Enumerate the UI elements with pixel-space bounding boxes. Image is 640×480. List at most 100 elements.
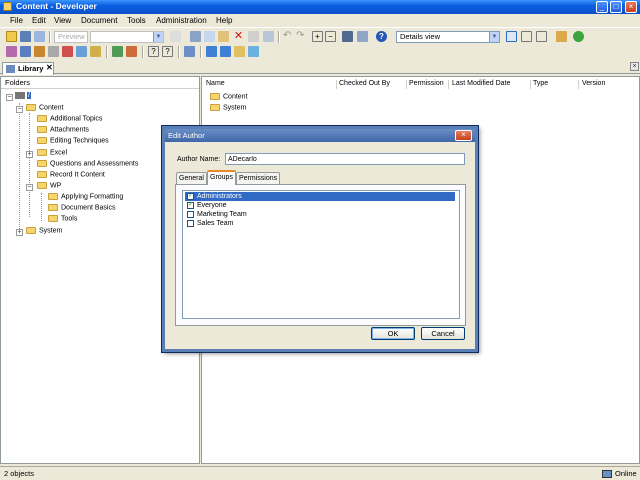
tree-item-wp[interactable]: WP: [37, 182, 61, 192]
print-icon[interactable]: [34, 31, 45, 42]
collapse-icon[interactable]: −: [325, 31, 336, 42]
list-item[interactable]: Content: [210, 93, 248, 100]
menu-tools[interactable]: Tools: [127, 16, 146, 25]
tree-item-record-it-content[interactable]: Record It Content: [37, 171, 105, 181]
tab-groups[interactable]: Groups: [207, 170, 236, 185]
details-view-icon[interactable]: [506, 31, 517, 42]
column-header-permission[interactable]: Permission: [409, 80, 444, 87]
tab-permissions[interactable]: Permissions: [236, 172, 281, 184]
package-icon[interactable]: [62, 46, 73, 57]
edit-document-icon[interactable]: [184, 46, 195, 57]
dialog-close-icon[interactable]: ×: [455, 130, 472, 141]
history-icon[interactable]: [234, 46, 245, 57]
view-select[interactable]: Details view ▼: [396, 31, 500, 43]
preview-button[interactable]: Preview: [54, 31, 88, 43]
maximize-button[interactable]: □: [610, 1, 622, 13]
column-header-checked-out-by[interactable]: Checked Out By: [339, 80, 390, 87]
tree-item-excel[interactable]: Excel: [37, 149, 67, 159]
checkbox-everyone[interactable]: ✓: [187, 202, 194, 209]
binoculars-icon[interactable]: [342, 31, 353, 42]
tree-item-label: Applying Formatting: [61, 193, 124, 201]
expand-icon[interactable]: +: [312, 31, 323, 42]
column-header-version[interactable]: Version: [582, 80, 605, 87]
open-folder-icon[interactable]: [6, 31, 17, 42]
folder-icon: [37, 115, 47, 122]
expand-wp-toggle[interactable]: −: [26, 184, 33, 191]
tree-root[interactable]: /: [15, 92, 31, 102]
document-tab-strip: [0, 60, 640, 74]
cancel-button[interactable]: Cancel: [421, 327, 465, 340]
outline-help-icon[interactable]: ?: [162, 46, 173, 57]
expand-root-toggle[interactable]: −: [6, 94, 13, 101]
refresh-icon[interactable]: [573, 31, 584, 42]
menu-administration[interactable]: Administration: [156, 16, 207, 25]
check-out-icon[interactable]: [220, 46, 231, 57]
menu-edit[interactable]: Edit: [32, 16, 46, 25]
tab-library[interactable]: Library ✕: [2, 62, 54, 75]
role-icon[interactable]: [90, 46, 101, 57]
group-item-administrators[interactable]: ✓ Administrators: [185, 192, 455, 201]
help-icon[interactable]: ?: [376, 31, 387, 42]
expand-excel-toggle[interactable]: +: [26, 151, 33, 158]
web-page-icon[interactable]: [48, 46, 59, 57]
tree-item-document-basics[interactable]: Document Basics: [48, 204, 115, 214]
author-name-field[interactable]: [225, 153, 465, 165]
menu-help[interactable]: Help: [216, 16, 232, 25]
split-view-icon[interactable]: [521, 31, 532, 42]
topic-icon[interactable]: [34, 46, 45, 57]
menu-document[interactable]: Document: [81, 16, 117, 25]
checkbox-sales-team[interactable]: [187, 220, 194, 227]
column-header-name[interactable]: Name: [206, 80, 225, 87]
column-header-last-modified[interactable]: Last Modified Date: [452, 80, 510, 87]
assessment-icon[interactable]: [126, 46, 137, 57]
glossary-icon[interactable]: [76, 46, 87, 57]
delete-icon[interactable]: ✕: [233, 31, 244, 42]
layout-select[interactable]: ▼: [90, 31, 164, 43]
expand-content-toggle[interactable]: −: [16, 106, 23, 113]
redo-icon[interactable]: ↷: [296, 31, 307, 42]
group-item-sales-team[interactable]: Sales Team: [185, 219, 455, 228]
menu-view[interactable]: View: [54, 16, 71, 25]
tree-item-applying-formatting[interactable]: Applying Formatting: [48, 193, 123, 203]
document-icon[interactable]: [170, 31, 181, 42]
tree-item-additional-topics[interactable]: Additional Topics: [37, 115, 102, 125]
tab-general[interactable]: General: [176, 172, 207, 184]
publish-icon[interactable]: [556, 31, 567, 42]
outline-icon[interactable]: ?: [148, 46, 159, 57]
column-header-type[interactable]: Type: [533, 80, 548, 87]
edit-author-dialog: Edit Author × Author Name: General Group…: [162, 126, 478, 352]
tree-item-system[interactable]: System: [26, 227, 62, 237]
check-in-icon[interactable]: [206, 46, 217, 57]
tree-item-attachments[interactable]: Attachments: [37, 126, 89, 136]
checkbox-marketing-team[interactable]: [187, 211, 194, 218]
close-window-button[interactable]: ×: [625, 1, 637, 13]
filter-icon[interactable]: [357, 31, 368, 42]
ok-button[interactable]: OK: [371, 327, 415, 340]
pane-view-icon[interactable]: [536, 31, 547, 42]
tree-item-editing-techniques[interactable]: Editing Techniques: [37, 137, 109, 147]
question-icon[interactable]: [112, 46, 123, 57]
related-documents-icon[interactable]: [248, 46, 259, 57]
app-icon: [3, 2, 12, 11]
save-icon[interactable]: [20, 31, 31, 42]
checkbox-administrators[interactable]: ✓: [187, 193, 194, 200]
tab-close-icon[interactable]: ✕: [46, 63, 53, 72]
find-icon[interactable]: [263, 31, 274, 42]
list-item[interactable]: System: [210, 104, 246, 111]
section-icon[interactable]: [20, 46, 31, 57]
tree-item-questions-and-assessments[interactable]: Questions and Assessments: [37, 160, 138, 170]
minimize-button[interactable]: _: [596, 1, 608, 13]
module-icon[interactable]: [6, 46, 17, 57]
close-pane-icon[interactable]: ×: [630, 62, 639, 71]
tree-item-tools[interactable]: Tools: [48, 215, 77, 225]
cut-icon[interactable]: [190, 31, 201, 42]
tree-item-content[interactable]: Content: [26, 104, 64, 114]
paste-icon[interactable]: [218, 31, 229, 42]
expand-system-toggle[interactable]: +: [16, 229, 23, 236]
group-item-marketing-team[interactable]: Marketing Team: [185, 210, 455, 219]
copy-icon[interactable]: [204, 31, 215, 42]
menu-file[interactable]: File: [10, 16, 23, 25]
undo-icon[interactable]: ↶: [283, 31, 294, 42]
properties-icon[interactable]: [248, 31, 259, 42]
group-item-everyone[interactable]: ✓ Everyone: [185, 201, 455, 210]
